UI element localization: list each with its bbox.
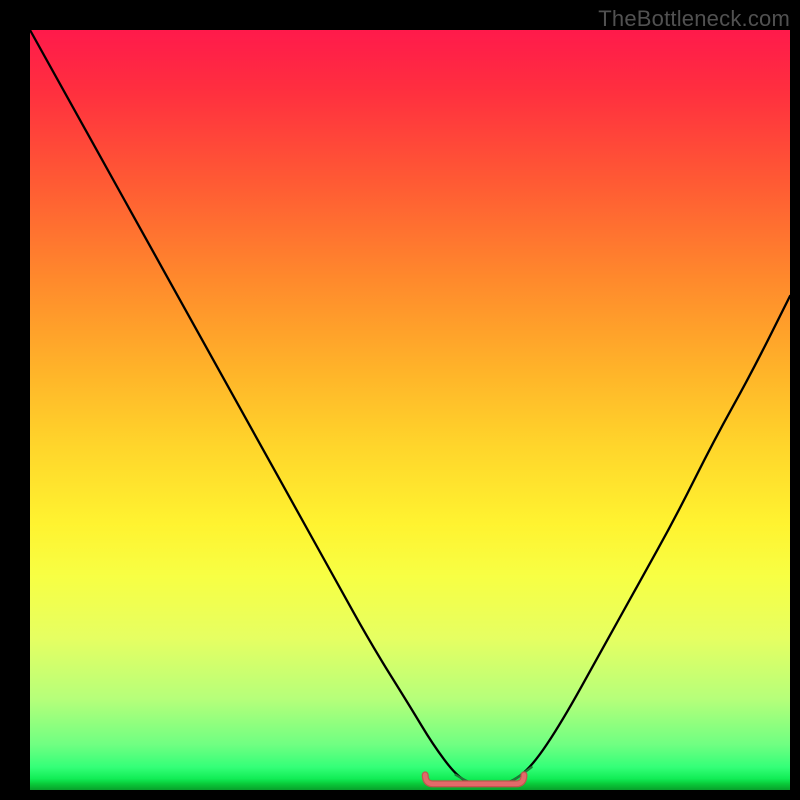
chart-overlay-svg	[0, 0, 800, 800]
bottleneck-curve	[30, 30, 790, 786]
watermark-text: TheBottleneck.com	[598, 6, 790, 32]
optimal-range-bracket-inner	[425, 775, 524, 784]
